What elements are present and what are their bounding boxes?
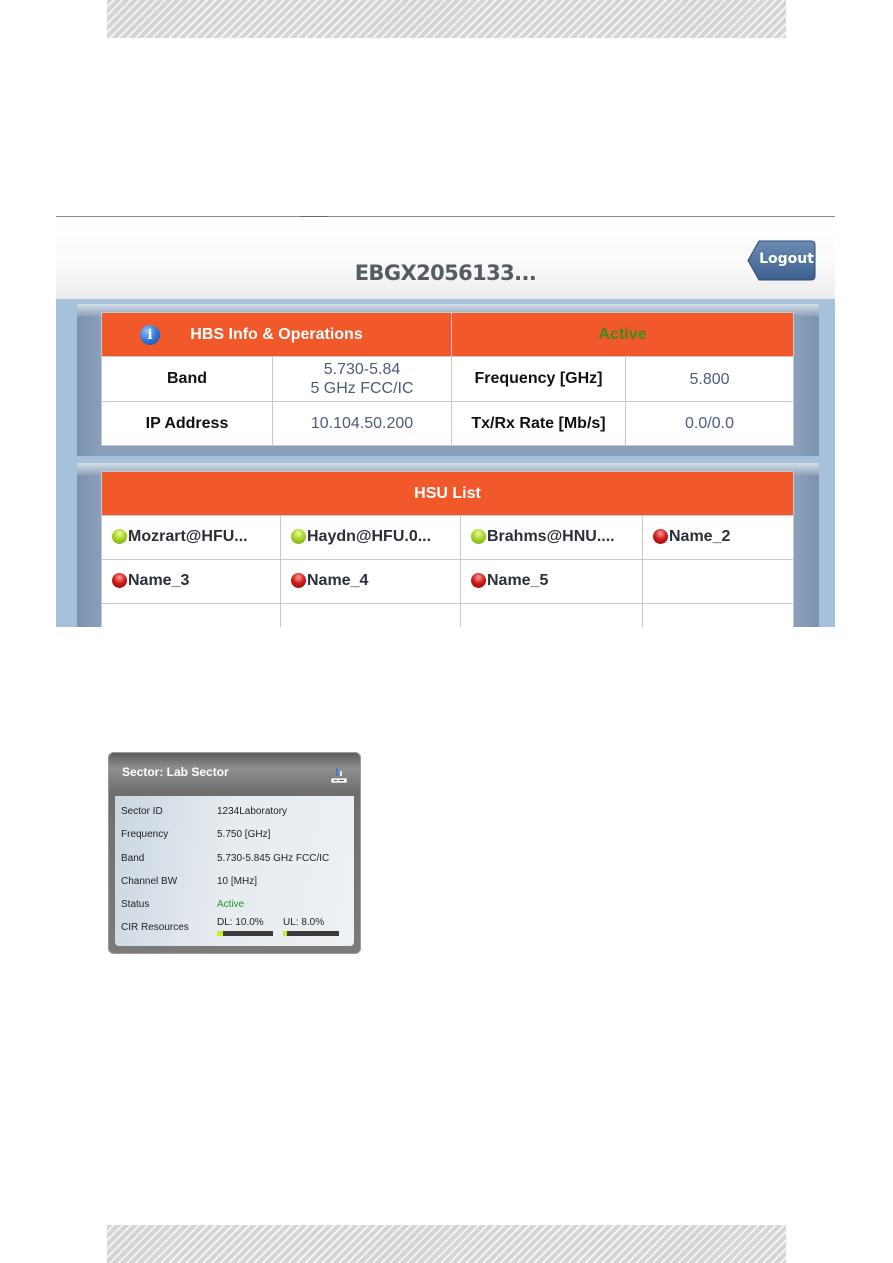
hsu-item[interactable]: Name_5 xyxy=(460,559,643,604)
ip-address-label: IP Address xyxy=(101,401,273,446)
hsu-item[interactable]: Name_4 xyxy=(280,559,461,604)
page-header-band xyxy=(107,0,786,38)
hsu-empty-cell xyxy=(101,603,281,627)
hbs-status: Active xyxy=(451,312,794,357)
sector-id-value: 1234Laboratory xyxy=(217,806,288,817)
ip-address-value: 10.104.50.200 xyxy=(272,401,452,446)
hsu-list-table: HSU List Mozrart@HFU... Haydn@HFU.0... B… xyxy=(101,471,794,627)
frequency-label: Frequency [GHz] xyxy=(451,356,626,402)
hsu-item[interactable]: Mozrart@HFU... xyxy=(101,515,281,560)
sector-channel-bw-value: 10 [MHz] xyxy=(217,876,258,887)
sector-channel-bw-label: Channel BW xyxy=(121,876,178,887)
sector-frequency-label: Frequency xyxy=(121,829,169,840)
hbs-info-frame: i HBS Info & Operations Active Band 5.73… xyxy=(77,304,819,456)
band-value: 5.730-5.84 5 GHz FCC/IC xyxy=(272,356,452,402)
txrx-rate-label: Tx/Rx Rate [Mb/s] xyxy=(451,401,626,446)
sector-band-label: Band xyxy=(121,853,145,864)
txrx-rate-value: 0.0/0.0 xyxy=(625,401,794,446)
status-up-icon xyxy=(112,528,127,544)
content-area: i HBS Info & Operations Active Band 5.73… xyxy=(56,299,835,627)
cir-resources: DL: 10.0% UL: 8.0% xyxy=(217,917,357,941)
band-label: Band xyxy=(101,356,273,402)
sector-id-label: Sector ID xyxy=(121,806,163,817)
band-value-line2: 5 GHz FCC/IC xyxy=(310,380,414,397)
hsu-empty-cell xyxy=(642,603,794,627)
status-up-icon xyxy=(471,528,486,544)
hsu-list-header: HSU List xyxy=(101,471,794,516)
status-up-icon xyxy=(291,528,306,544)
status-down-icon xyxy=(471,572,486,588)
status-down-icon xyxy=(653,528,668,544)
ul-label: UL: 8.0% xyxy=(283,917,325,928)
hbs-info-title: HBS Info & Operations xyxy=(190,325,363,343)
hbs-screenshot: EBGX2056133... Logout i HBS Info & Opera… xyxy=(56,216,835,627)
sector-title: Sector: Lab Sector xyxy=(122,765,229,779)
hsu-empty-cell xyxy=(460,603,643,627)
hsu-list-frame: HSU List Mozrart@HFU... Haydn@HFU.0... B… xyxy=(77,463,819,627)
device-header: EBGX2056133... Logout xyxy=(56,217,835,299)
logout-label: Logout xyxy=(759,251,814,267)
hbs-info-table: i HBS Info & Operations Active Band 5.73… xyxy=(101,312,794,446)
network-device-icon[interactable] xyxy=(330,767,348,785)
page-footer-band xyxy=(107,1225,786,1263)
sector-frequency-value: 5.750 [GHz] xyxy=(217,829,271,840)
logout-button[interactable]: Logout xyxy=(747,240,816,281)
dl-bar xyxy=(217,931,273,936)
hsu-empty-cell xyxy=(280,603,461,627)
info-icon[interactable]: i xyxy=(140,325,160,345)
dl-label: DL: 10.0% xyxy=(217,917,264,928)
hbs-info-header: i HBS Info & Operations xyxy=(101,312,452,357)
status-down-icon xyxy=(112,572,127,588)
status-down-icon xyxy=(291,572,306,588)
sector-widget: Sector: Lab Sector Sector ID 1234Laborat… xyxy=(108,752,361,954)
sector-band-value: 5.730-5.845 GHz FCC/IC xyxy=(217,853,330,864)
sector-status-label: Status xyxy=(121,899,150,910)
sector-details: Sector ID 1234Laboratory Frequency 5.750… xyxy=(115,796,354,946)
hsu-item[interactable]: Brahms@HNU.... xyxy=(460,515,643,560)
hsu-item[interactable]: Name_2 xyxy=(642,515,794,560)
hsu-empty-cell xyxy=(642,559,794,604)
dl-bar-fill xyxy=(217,931,223,936)
device-name: EBGX2056133... xyxy=(354,261,537,285)
hsu-item[interactable]: Haydn@HFU.0... xyxy=(280,515,461,560)
ul-bar xyxy=(283,931,339,936)
hsu-item[interactable]: Name_3 xyxy=(101,559,281,604)
band-value-line1: 5.730-5.84 xyxy=(323,361,401,378)
ul-bar-fill xyxy=(283,931,288,936)
frequency-value: 5.800 xyxy=(625,356,794,402)
sector-status-value: Active xyxy=(217,899,245,910)
